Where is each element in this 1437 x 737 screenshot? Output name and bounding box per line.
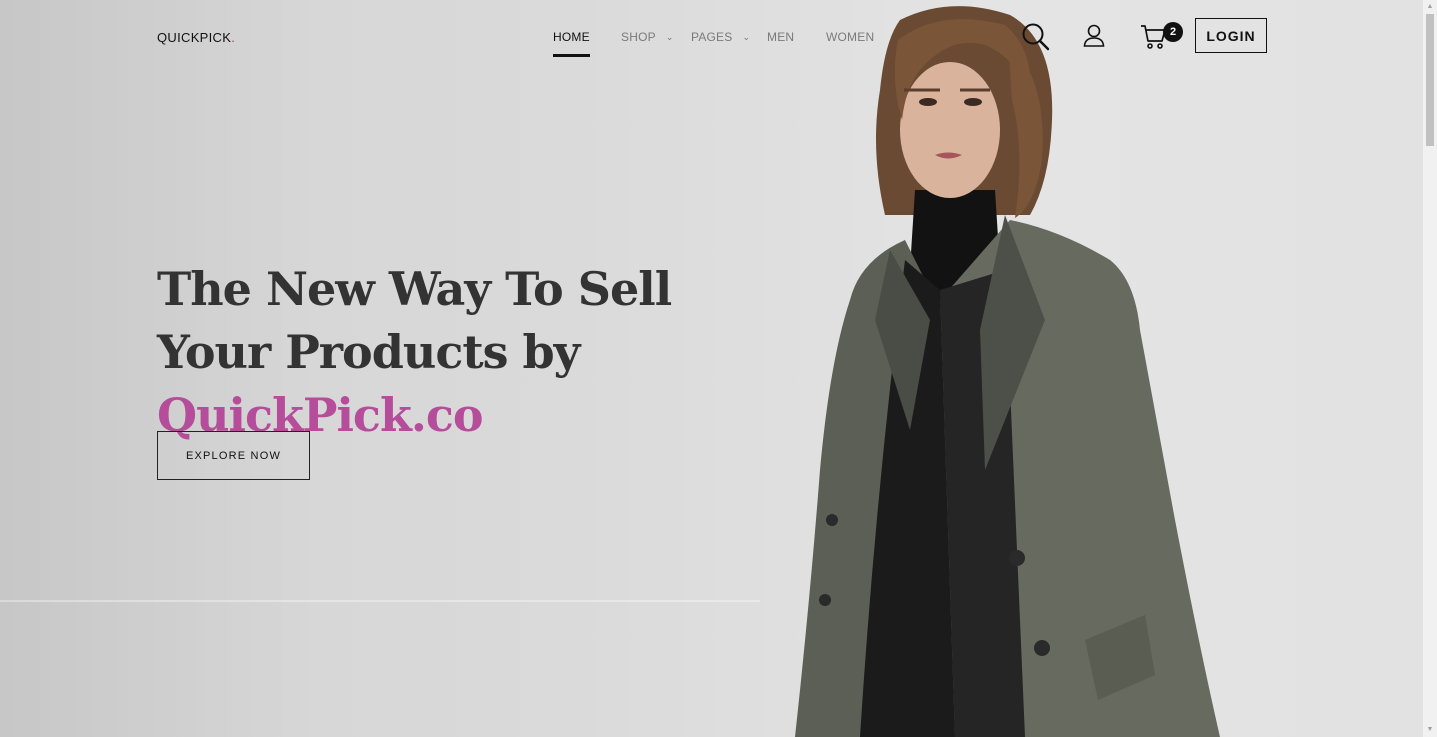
- logo-text: QUICKPICK: [157, 30, 232, 45]
- nav-shop-label: SHOP: [621, 30, 656, 44]
- nav-home-label: HOME: [553, 30, 590, 44]
- nav-women[interactable]: WOMEN: [826, 30, 874, 44]
- scroll-up-arrow-icon[interactable]: ▲: [1426, 3, 1434, 11]
- site-logo[interactable]: QUICKPICK.: [157, 30, 235, 45]
- user-icon[interactable]: [1083, 24, 1105, 48]
- nav-women-label: WOMEN: [826, 30, 875, 44]
- nav-men[interactable]: MEN: [767, 30, 794, 44]
- hero-model-image: [795, 6, 1220, 737]
- hero-headline-text: The New Way To Sell Your Products by: [157, 262, 672, 379]
- nav-shop[interactable]: SHOP ⌄: [621, 30, 674, 44]
- nav-home[interactable]: HOME: [553, 30, 590, 57]
- logo-dot: .: [231, 30, 236, 45]
- scrollbar-thumb[interactable]: [1426, 14, 1434, 146]
- nav-men-label: MEN: [767, 30, 795, 44]
- explore-now-button[interactable]: EXPLORE NOW: [157, 431, 310, 480]
- cart-count-badge: 2: [1163, 22, 1183, 42]
- nav-pages[interactable]: PAGES ⌄: [691, 30, 750, 44]
- floor-line: [0, 600, 760, 602]
- nav-pages-label: PAGES: [691, 30, 733, 44]
- login-button[interactable]: LOGIN: [1195, 18, 1267, 53]
- chevron-down-icon: ⌄: [742, 32, 751, 42]
- scroll-down-arrow-icon[interactable]: ▼: [1426, 726, 1434, 734]
- search-icon[interactable]: [1021, 22, 1051, 52]
- chevron-down-icon: ⌄: [665, 32, 674, 42]
- hero-headline: The New Way To Sell Your Products by Qui…: [157, 258, 777, 447]
- page-scrollbar[interactable]: ▲ ▼: [1423, 0, 1437, 737]
